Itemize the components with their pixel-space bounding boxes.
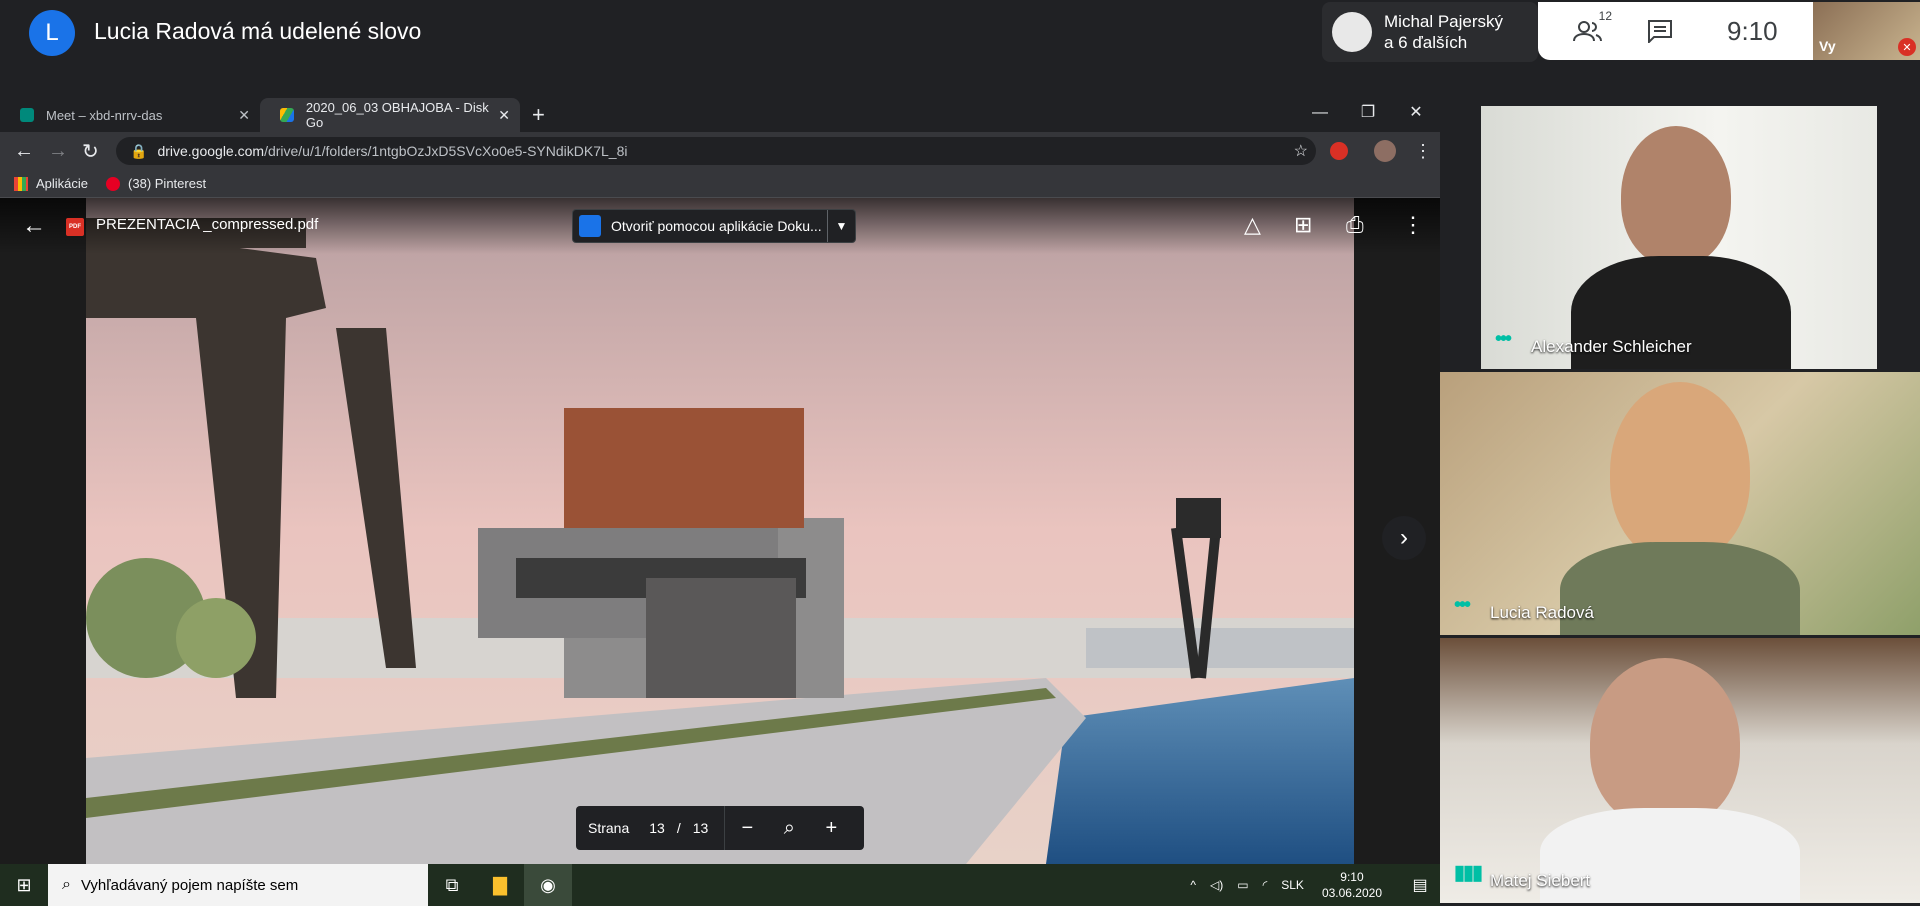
participants-chip[interactable]: Michal Pajerský a 6 ďalších (1322, 2, 1538, 62)
chevron-down-icon[interactable]: ▼ (827, 210, 855, 242)
participant-tile[interactable]: ••• Alexander Schleicher (1481, 106, 1877, 369)
print-icon[interactable]: ⎙ (1346, 212, 1364, 238)
battery-icon[interactable]: ▭ (1237, 878, 1248, 892)
tab-meet[interactable]: Meet – xbd-nrrv-das ✕ (0, 98, 260, 132)
participants-chip-name: Michal Pajerský (1384, 12, 1504, 31)
zoom-reset-icon[interactable]: ⌕ (769, 817, 809, 840)
volume-icon[interactable]: ◁) (1210, 878, 1223, 892)
participants-chip-others: a 6 ďalších (1384, 33, 1468, 52)
people-icon[interactable]: 12 (1566, 9, 1612, 53)
page-separator: / (676, 820, 681, 836)
chevron-up-icon[interactable]: ^ (1190, 878, 1196, 892)
open-with-label: Otvoriť pomocou aplikácie Doku... (611, 218, 822, 234)
chrome-icon[interactable]: ◉ (524, 864, 572, 906)
forward-icon[interactable]: → (48, 140, 82, 163)
add-comment-icon[interactable]: ⊞ (1294, 212, 1312, 238)
task-view-icon[interactable]: ⧉ (428, 864, 476, 906)
restore-icon[interactable]: ❐ (1344, 98, 1392, 128)
meet-icon (20, 108, 34, 122)
audio-indicator-icon: ▮▮▮ (1454, 862, 1483, 884)
close-icon[interactable]: ✕ (238, 107, 250, 124)
reload-icon[interactable]: ↻ (82, 139, 116, 164)
minimize-icon[interactable]: — (1296, 98, 1344, 128)
url-domain: drive.google.com (157, 143, 265, 159)
file-explorer-icon[interactable]: ▇ (476, 864, 524, 906)
windows-start-icon[interactable]: ⊞ (0, 875, 48, 896)
meeting-clock: 9:10 (1727, 15, 1778, 46)
add-to-drive-icon[interactable]: △ (1244, 212, 1261, 238)
pdf-file-icon: PDF (66, 218, 84, 236)
tab-title: Meet – xbd-nrrv-das (46, 107, 163, 123)
back-arrow-icon[interactable]: ← (22, 212, 46, 240)
chat-icon[interactable] (1638, 9, 1682, 53)
new-tab-icon[interactable]: + (532, 102, 545, 128)
page-controls: Strana 13 / 13 − ⌕ + (576, 806, 864, 850)
language-indicator[interactable]: SLK (1281, 878, 1304, 892)
participant-name: Matej Siebert (1490, 871, 1591, 890)
next-page-button[interactable]: › (1382, 516, 1426, 560)
zoom-out-icon[interactable]: − (727, 817, 767, 840)
participant-name: Lucia Radová (1490, 603, 1594, 622)
meet-top-bar: L Lucia Radová má udelené slovo Michal P… (0, 0, 1920, 98)
network-icon[interactable]: ◜ (1263, 878, 1268, 892)
extension-icon[interactable] (1330, 142, 1348, 160)
more-options-icon[interactable]: ⋮ (1402, 212, 1424, 238)
search-icon: ⌕ (62, 876, 71, 893)
tab-title: 2020_06_03 OBHAJOBA - Disk Go (305, 100, 489, 130)
profile-avatar[interactable] (1374, 140, 1396, 162)
participant-tile[interactable]: ▮▮▮ Matej Siebert (1440, 638, 1920, 903)
url-field[interactable]: 🔒 drive.google.com /drive/u/1/folders/1n… (116, 137, 1316, 165)
tab-strip: Meet – xbd-nrrv-das ✕ 2020_06_03 OBHAJOB… (0, 98, 1440, 132)
mic-off-icon: ✕ (1898, 38, 1916, 56)
audio-indicator-icon: ••• (1454, 594, 1471, 616)
participant-avatar (1332, 12, 1372, 52)
back-icon[interactable]: ← (14, 140, 48, 163)
presenter-avatar: L (29, 10, 75, 56)
total-pages: 13 (692, 820, 709, 836)
self-label: Vy (1819, 38, 1836, 54)
close-window-icon[interactable]: ✕ (1392, 98, 1440, 128)
close-icon[interactable]: ✕ (498, 107, 510, 124)
address-bar: ← → ↻ 🔒 drive.google.com /drive/u/1/fold… (0, 132, 1440, 170)
open-with-button[interactable]: Otvoriť pomocou aplikácie Doku... ▼ (572, 209, 856, 243)
bookmark-apps[interactable]: Aplikácie (14, 176, 88, 191)
participant-tile[interactable]: ••• Lucia Radová (1440, 372, 1920, 635)
current-page[interactable]: 13 (649, 820, 665, 836)
docs-icon (579, 215, 601, 237)
window-controls: — ❐ ✕ (1296, 98, 1440, 128)
zoom-in-icon[interactable]: + (811, 817, 851, 840)
shared-screen: Meet – xbd-nrrv-das ✕ 2020_06_03 OBHAJOB… (0, 98, 1440, 864)
search-placeholder: Vyhľadávaný pojem napíšte sem (80, 876, 299, 894)
self-video-tile[interactable]: Vy ✕ (1813, 2, 1920, 60)
bookmark-pinterest[interactable]: (38) Pinterest (106, 176, 206, 191)
pdf-viewer: ← PDF PREZENTACIA _compressed.pdf Otvori… (0, 198, 1440, 864)
presenter-status: Lucia Radová má udelené slovo (94, 18, 422, 44)
menu-icon[interactable]: ⋮ (1414, 141, 1432, 162)
tab-drive[interactable]: 2020_06_03 OBHAJOBA - Disk Go ✕ (260, 98, 520, 132)
drive-icon (280, 108, 294, 122)
page-label: Strana (588, 820, 630, 836)
taskbar-search[interactable]: ⌕ Vyhľadávaný pojem napíšte sem (48, 864, 428, 906)
lock-icon: 🔒 (130, 142, 148, 159)
participant-name: Alexander Schleicher (1531, 337, 1692, 356)
audio-indicator-icon: ••• (1495, 328, 1512, 350)
notifications-icon[interactable]: ▤ (1400, 875, 1440, 895)
taskbar-clock[interactable]: 9:10 03.06.2020 (1322, 869, 1382, 901)
star-icon[interactable]: ☆ (1294, 141, 1308, 161)
taskbar: ⊞ ⌕ Vyhľadávaný pojem napíšte sem ⧉ ▇ ◉ … (0, 864, 1440, 906)
meet-controls: 12 9:10 (1538, 2, 1813, 60)
system-tray: ^ ◁) ▭ ◜ SLK 9:10 03.06.2020 ▤ (1176, 864, 1440, 906)
apps-icon (14, 176, 28, 191)
pinterest-icon (106, 176, 121, 191)
url-path: /drive/u/1/folders/1ntgbOzJxD5SVcXo0e5-S… (264, 143, 628, 159)
participant-count: 12 (1598, 9, 1612, 23)
architectural-render (86, 198, 1354, 864)
bookmarks-bar: Aplikácie (38) Pinterest (0, 170, 1440, 198)
file-name: PREZENTACIA _compressed.pdf (96, 216, 319, 233)
